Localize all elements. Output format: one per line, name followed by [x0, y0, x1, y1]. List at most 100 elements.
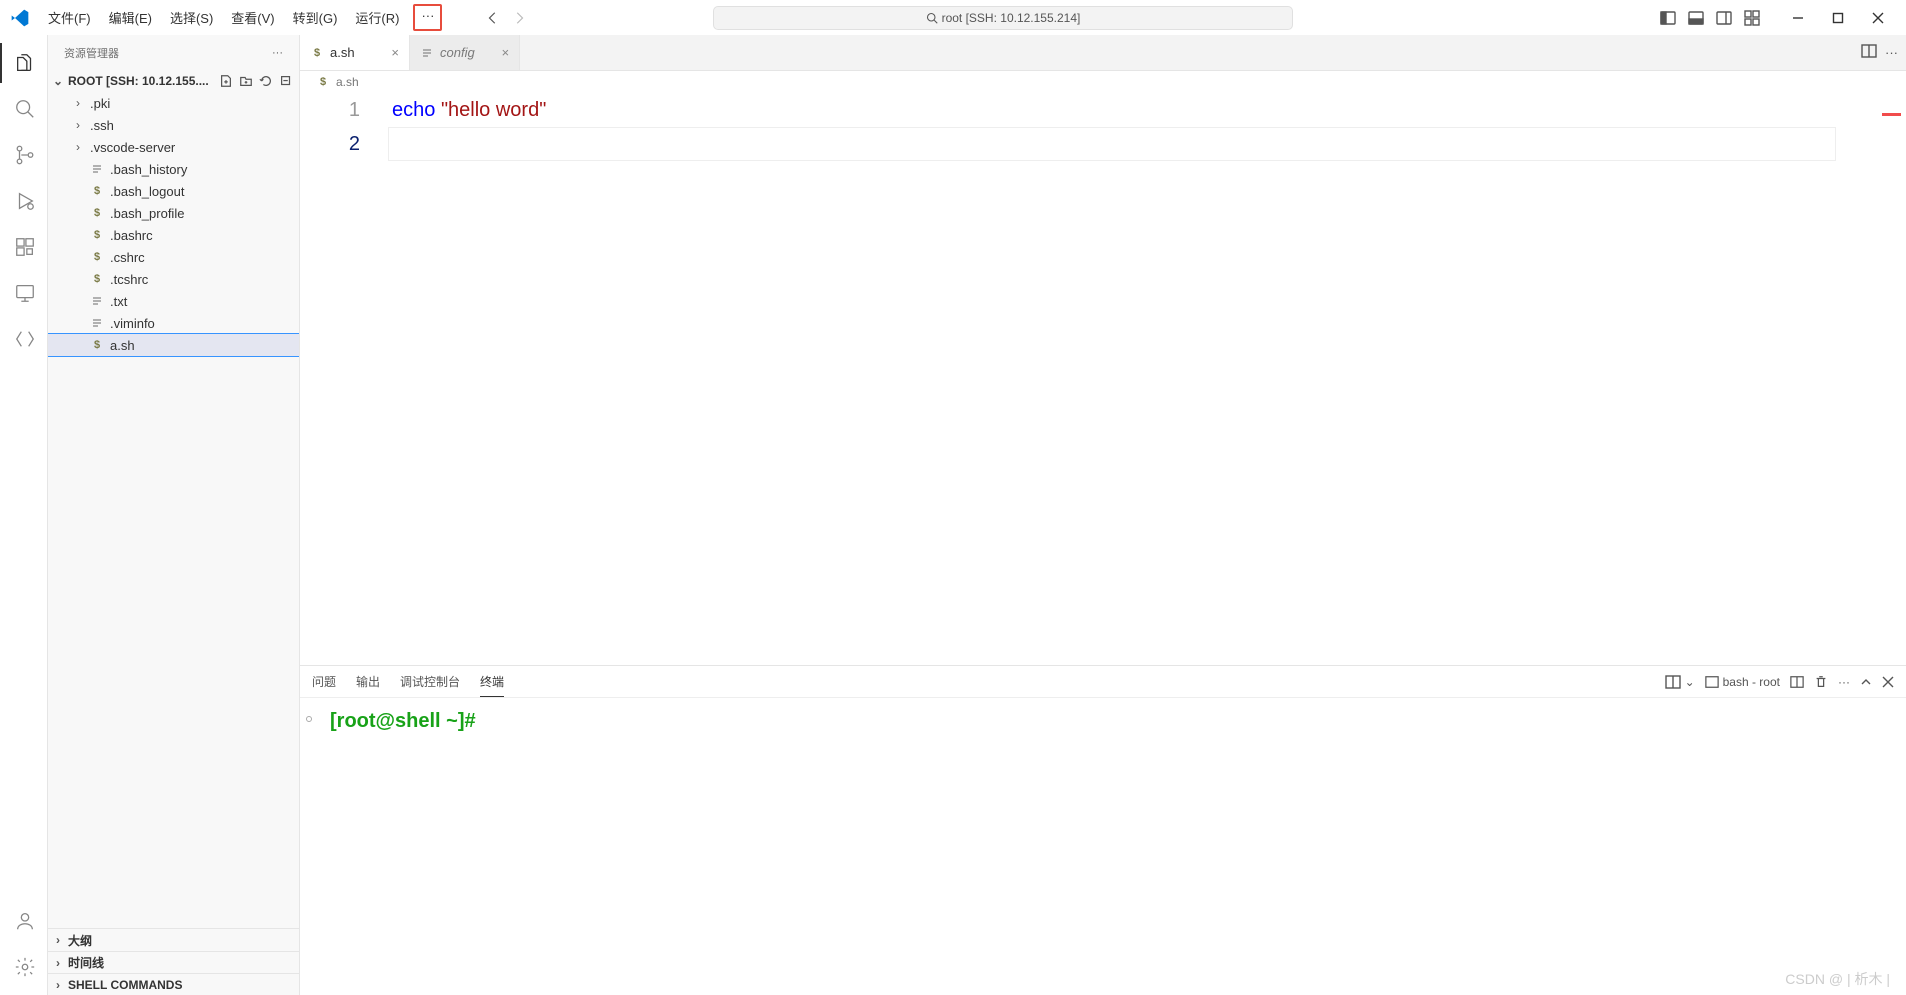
folder-label: .vscode-server [90, 140, 175, 155]
tree-file[interactable]: $.bash_profile [48, 202, 299, 224]
tree-file[interactable]: .bash_history [48, 158, 299, 180]
section-timeline[interactable]: ›时间线 [48, 951, 299, 973]
line-number: 2 [300, 127, 360, 161]
ellipsis-icon: ··· [421, 8, 434, 23]
more-actions-icon[interactable]: ··· [1885, 45, 1898, 60]
chevron-right-icon: › [72, 140, 84, 154]
close-button[interactable] [1858, 4, 1898, 32]
panel-tab-debug-console[interactable]: 调试控制台 [400, 667, 460, 696]
tree-file[interactable]: $.cshrc [48, 246, 299, 268]
activity-accounts[interactable] [0, 901, 48, 941]
shell-file-icon: $ [316, 75, 330, 89]
customize-layout-icon[interactable] [1742, 8, 1762, 28]
activity-extensions[interactable] [0, 227, 48, 267]
activity-search[interactable] [0, 89, 48, 129]
terminal-kill-icon[interactable] [1814, 675, 1828, 689]
editor-tab[interactable]: $a.sh× [300, 35, 410, 70]
nav-arrows [482, 7, 530, 29]
tree-file[interactable]: $.tcshrc [48, 268, 299, 290]
tree-file[interactable]: $.bashrc [48, 224, 299, 246]
sidebar-bottom-sections: ›大纲 ›时间线 ›SHELL COMMANDS [48, 928, 299, 995]
terminal-new-icon[interactable] [1790, 675, 1804, 689]
activity-settings[interactable] [0, 947, 48, 987]
refresh-icon[interactable] [257, 72, 275, 90]
tab-close-icon[interactable]: × [391, 45, 399, 60]
tree-file[interactable]: .txt [48, 290, 299, 312]
chevron-right-icon: › [52, 933, 64, 947]
menu-file[interactable]: 文件(F) [40, 4, 99, 31]
panel-maximize-icon[interactable] [1860, 676, 1872, 688]
tab-close-icon[interactable]: × [501, 45, 509, 60]
file-label: .txt [110, 294, 127, 309]
vscode-logo-icon [8, 6, 32, 30]
activity-bar [0, 35, 48, 995]
split-editor-icon[interactable] [1861, 43, 1877, 62]
chevron-down-icon: ⌄ [52, 74, 64, 88]
menu-run[interactable]: 运行(R) [347, 4, 407, 31]
sidebar-header: 资源管理器 ··· [48, 35, 299, 70]
editor-tab[interactable]: config× [410, 35, 520, 70]
tree-folder[interactable]: › .pki [48, 92, 299, 114]
maximize-button[interactable] [1818, 4, 1858, 32]
tree-file[interactable]: $.bash_logout [48, 180, 299, 202]
command-center[interactable]: root [SSH: 10.12.155.214] [713, 6, 1293, 30]
tree-folder[interactable]: › .vscode-server [48, 136, 299, 158]
activity-run-debug[interactable] [0, 181, 48, 221]
nav-back-button[interactable] [482, 7, 504, 29]
current-line-highlight [388, 127, 1836, 161]
new-folder-icon[interactable] [237, 72, 255, 90]
tree-file[interactable]: .viminfo [48, 312, 299, 334]
chevron-right-icon: › [72, 118, 84, 132]
minimize-button[interactable] [1778, 4, 1818, 32]
terminal-profile-label: bash - root [1723, 675, 1780, 689]
layout-sidebar-left-icon[interactable] [1658, 8, 1678, 28]
activity-gitlens[interactable] [0, 319, 48, 359]
terminal-profile[interactable]: bash - root [1705, 675, 1780, 689]
menu-edit[interactable]: 编辑(E) [101, 4, 160, 31]
new-file-icon[interactable] [217, 72, 235, 90]
tree-folder[interactable]: ›.ssh [48, 114, 299, 136]
folder-label: .pki [90, 96, 110, 111]
chevron-right-icon: › [72, 96, 84, 110]
file-label: .bash_logout [110, 184, 184, 199]
editor-tabs: $a.sh×config× ··· [300, 35, 1906, 71]
tree-file[interactable]: $a.sh [48, 334, 299, 356]
menu-view[interactable]: 查看(V) [223, 4, 282, 31]
explorer-root-row[interactable]: ⌄ ROOT [SSH: 10.12.155.... [48, 70, 299, 92]
menu-select[interactable]: 选择(S) [162, 4, 221, 31]
tabs-actions: ··· [1853, 35, 1906, 70]
file-label: .tcshrc [110, 272, 148, 287]
terminal-split-icon[interactable]: ⌄ [1665, 674, 1695, 690]
layout-panel-icon[interactable] [1686, 8, 1706, 28]
command-center-text: root [SSH: 10.12.155.214] [942, 11, 1081, 25]
menu-more-highlighted[interactable]: ··· [413, 4, 442, 31]
panel-more-icon[interactable]: ··· [1838, 675, 1850, 689]
root-label: ROOT [SSH: 10.12.155.... [68, 74, 209, 88]
nav-forward-button[interactable] [508, 7, 530, 29]
panel-close-icon[interactable] [1882, 676, 1894, 688]
activity-source-control[interactable] [0, 135, 48, 175]
line-gutter: 1 2 [300, 93, 380, 161]
panel-tab-terminal[interactable]: 终端 [480, 667, 504, 697]
panel-tab-problems[interactable]: 问题 [312, 667, 336, 696]
text-file-icon [420, 46, 434, 60]
terminal-body[interactable]: [root@shell ~]# [300, 698, 1906, 995]
sidebar-more-icon[interactable]: ··· [272, 47, 283, 59]
tab-label: a.sh [330, 45, 355, 60]
section-shell-commands[interactable]: ›SHELL COMMANDS [48, 973, 299, 995]
window-controls [1778, 4, 1898, 32]
shell-file-icon: $ [90, 250, 104, 264]
code-editor[interactable]: 1 2 echo "hello word" ▬▬ [300, 93, 1906, 665]
bottom-panel: 问题 输出 调试控制台 终端 ⌄ bash - root ··· [root@s… [300, 665, 1906, 995]
section-label: 时间线 [68, 954, 104, 971]
layout-sidebar-right-icon[interactable] [1714, 8, 1734, 28]
collapse-all-icon[interactable] [277, 72, 295, 90]
section-outline[interactable]: ›大纲 [48, 929, 299, 951]
token-string: "hello word" [441, 99, 546, 121]
activity-explorer[interactable] [0, 43, 48, 83]
activity-remote-explorer[interactable] [0, 273, 48, 313]
breadcrumb[interactable]: $ a.sh [300, 71, 1906, 93]
panel-right-actions: ⌄ bash - root ··· [1665, 674, 1894, 690]
panel-tab-output[interactable]: 输出 [356, 667, 380, 696]
menu-go[interactable]: 转到(G) [285, 4, 346, 31]
